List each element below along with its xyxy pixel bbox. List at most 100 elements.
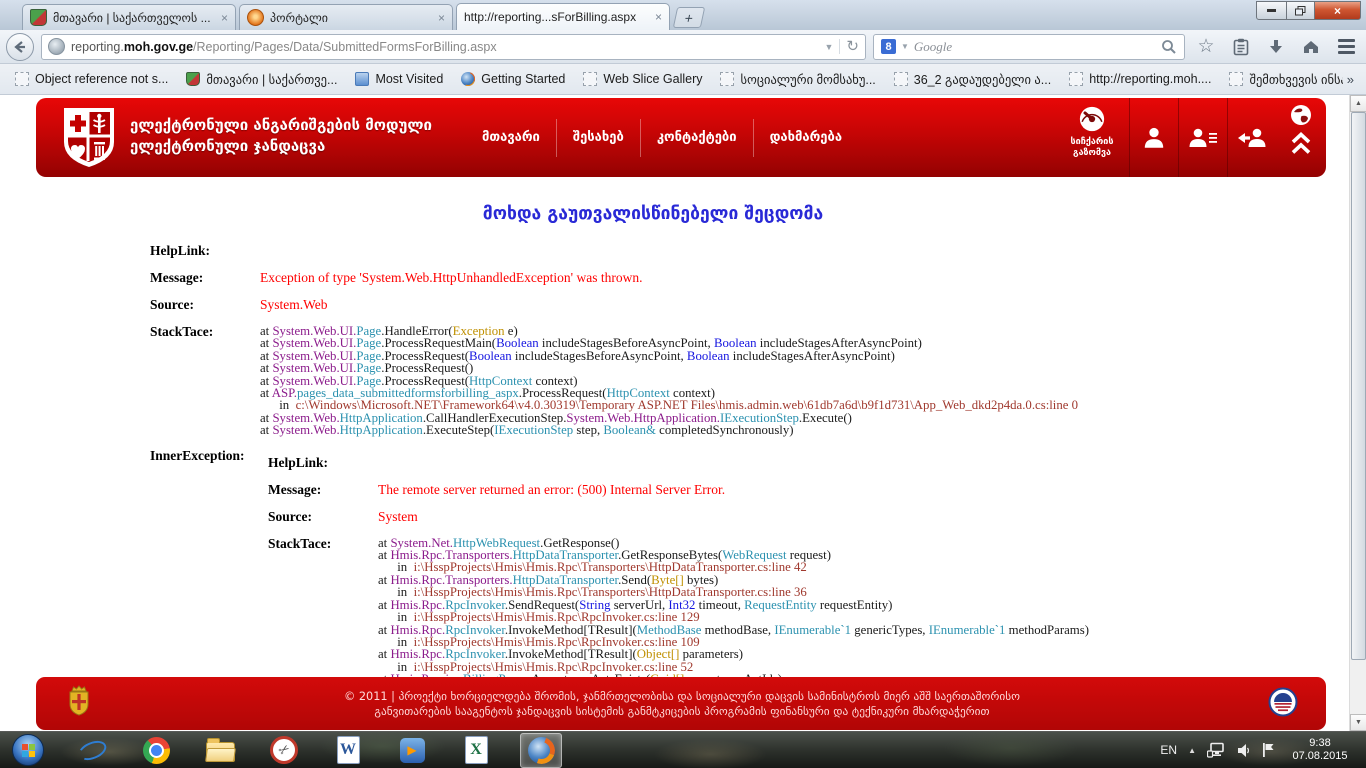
- user-profile-button[interactable]: [1129, 98, 1178, 177]
- taskbar-firefox-button[interactable]: [520, 733, 562, 768]
- scrollbar-thumb[interactable]: [1351, 112, 1366, 660]
- taskbar-wmp-button[interactable]: [392, 734, 432, 767]
- bookmark-item[interactable]: Most Visited: [348, 69, 450, 89]
- vertical-scrollbar[interactable]: ▲ ▼: [1349, 95, 1366, 731]
- taskbar-apps: WX: [8, 732, 562, 768]
- bookmark-item[interactable]: Getting Started: [454, 69, 572, 89]
- url-text[interactable]: reporting.moh.gov.ge/Reporting/Pages/Dat…: [71, 40, 819, 54]
- hamburger-icon: [1338, 39, 1355, 54]
- nav-item-შესახებ[interactable]: შესახებ: [556, 119, 640, 157]
- window-controls: ×: [1257, 1, 1361, 20]
- bookmark-item[interactable]: შემთხვევის ინსპექტ...: [1222, 69, 1342, 90]
- site-title: ელექტრონული ანგარიშგების მოდული ელექტრონ…: [130, 98, 432, 177]
- restore-button[interactable]: [1286, 1, 1315, 20]
- new-tab-button[interactable]: +: [673, 7, 705, 28]
- tab-portal[interactable]: პორტალი ×: [239, 4, 453, 30]
- inner-helplink-row: HelpLink:: [268, 455, 1089, 471]
- close-button[interactable]: ×: [1314, 1, 1361, 20]
- bookmark-label: 36_2 გადაუდებელი ა...: [914, 72, 1051, 87]
- tab-mtavari[interactable]: მთავარი | საქართველოს ... ×: [22, 4, 236, 30]
- inner-message-row: Message: The remote server returned an e…: [268, 482, 1089, 498]
- tab-close-icon[interactable]: ×: [438, 12, 445, 24]
- tab-close-icon[interactable]: ×: [655, 11, 662, 23]
- excel-document: X: [465, 736, 488, 764]
- speed-test-button[interactable]: სიჩქარის გაზომვა: [1055, 98, 1129, 177]
- search-bar[interactable]: 8 ▼ Google: [873, 34, 1185, 60]
- minimize-icon: [1267, 9, 1276, 12]
- taskbar-clock[interactable]: 9:38 07.08.2015: [1286, 737, 1354, 763]
- clock-date: 07.08.2015: [1286, 750, 1354, 763]
- chrome-icon: [143, 737, 170, 764]
- bookmarks-panel-button[interactable]: [1227, 34, 1255, 60]
- word-icon: W: [337, 736, 360, 764]
- scroll-down-arrow[interactable]: ▼: [1350, 714, 1366, 731]
- bookmark-label: Object reference not s...: [35, 72, 168, 86]
- search-input[interactable]: Google: [914, 39, 1156, 55]
- ie-icon: [78, 736, 106, 764]
- nav-item-კონტაქტები[interactable]: კონტაქტები: [640, 119, 753, 157]
- bookmark-item[interactable]: http://reporting.moh....: [1062, 69, 1218, 89]
- nav-item-მთავარი[interactable]: მთავარი: [466, 119, 556, 157]
- url-dropdown-icon[interactable]: ▼: [825, 42, 834, 52]
- site-nav: მთავარიშესახებკონტაქტებიდახმარება: [466, 98, 858, 177]
- tab-reporting-active[interactable]: http://reporting...sForBilling.aspx ×: [456, 3, 670, 30]
- restore-icon: [1295, 6, 1306, 16]
- scroll-up-arrow[interactable]: ▲: [1350, 95, 1366, 112]
- taskbar-ie-button[interactable]: [72, 734, 112, 767]
- site-identity-globe-icon[interactable]: [48, 38, 65, 55]
- most-visited-icon: [355, 72, 369, 86]
- back-button[interactable]: [6, 33, 34, 61]
- taskbar-excel-button[interactable]: X: [456, 734, 496, 767]
- tab-close-icon[interactable]: ×: [221, 12, 228, 24]
- action-center-flag-icon[interactable]: [1262, 742, 1275, 758]
- minimize-button[interactable]: [1256, 1, 1287, 20]
- taskbar-snipping-button[interactable]: [264, 734, 304, 767]
- tab-title: მთავარი | საქართველოს ...: [53, 11, 215, 25]
- bookmark-item[interactable]: Web Slice Gallery: [576, 69, 709, 89]
- language-globe-icon[interactable]: [1290, 104, 1312, 126]
- home-button[interactable]: [1297, 34, 1325, 60]
- page-viewport: ელექტრონული ანგარიშგების მოდული ელექტრონ…: [0, 95, 1366, 731]
- reload-icon[interactable]: ↻: [839, 39, 859, 54]
- user-list-icon: [1188, 125, 1218, 151]
- bookmark-item[interactable]: მთავარი | საქართვე...: [179, 69, 344, 90]
- taskbar-word-button[interactable]: W: [328, 734, 368, 767]
- close-icon: ×: [1334, 4, 1341, 18]
- language-indicator[interactable]: EN: [1160, 743, 1177, 757]
- stacktrace-label: StackTace:: [150, 324, 260, 437]
- stacktrace-row: StackTace: at System.Web.UI.Page.HandleE…: [150, 324, 1346, 437]
- bookmark-item[interactable]: სოციალური მომსახუ...: [713, 69, 882, 90]
- taskbar-explorer-button[interactable]: [200, 734, 240, 767]
- firefox-icon: [528, 737, 555, 764]
- logout-icon: [1237, 125, 1267, 151]
- user-list-button[interactable]: [1178, 98, 1227, 177]
- dashed-icon: [894, 72, 908, 86]
- bookmark-label: სოციალური მომსახუ...: [740, 72, 875, 87]
- taskbar-start-button[interactable]: [8, 734, 48, 767]
- tab-title: პორტალი: [270, 11, 432, 25]
- inner-source-label: Source:: [268, 509, 378, 525]
- taskbar-chrome-button[interactable]: [136, 734, 176, 767]
- network-icon[interactable]: [1207, 742, 1226, 758]
- url-bar[interactable]: reporting.moh.gov.ge/Reporting/Pages/Dat…: [41, 34, 866, 60]
- menu-button[interactable]: [1332, 34, 1360, 60]
- collapse-chevrons-icon[interactable]: [1289, 131, 1313, 156]
- search-engine-dropdown-icon[interactable]: ▼: [901, 42, 909, 51]
- bookmark-item[interactable]: 36_2 გადაუდებელი ა...: [887, 69, 1058, 90]
- volume-icon[interactable]: [1237, 743, 1251, 758]
- bookmark-item[interactable]: Object reference not s...: [8, 69, 175, 89]
- google-engine-icon[interactable]: 8: [881, 39, 896, 54]
- bookmark-star-button[interactable]: ☆: [1192, 34, 1220, 60]
- bookmark-label: მთავარი | საქართვე...: [206, 72, 337, 87]
- bookmarks-overflow-chevron[interactable]: »: [1343, 72, 1358, 87]
- search-magnifier-icon[interactable]: [1161, 39, 1177, 55]
- downloads-button[interactable]: [1262, 34, 1290, 60]
- speedometer-icon: [1078, 105, 1106, 133]
- windows-taskbar: WX EN ▲ 9:38 07.08.2015: [0, 731, 1366, 768]
- show-hidden-icons-chevron[interactable]: ▲: [1188, 746, 1196, 755]
- logout-button[interactable]: [1227, 98, 1276, 177]
- dashed-icon: [583, 72, 597, 86]
- nav-item-დახმარება[interactable]: დახმარება: [753, 119, 858, 157]
- dashed-icon: [1229, 72, 1243, 86]
- outer-stack: at System.Web.UI.Page.HandleError(Except…: [260, 324, 1078, 437]
